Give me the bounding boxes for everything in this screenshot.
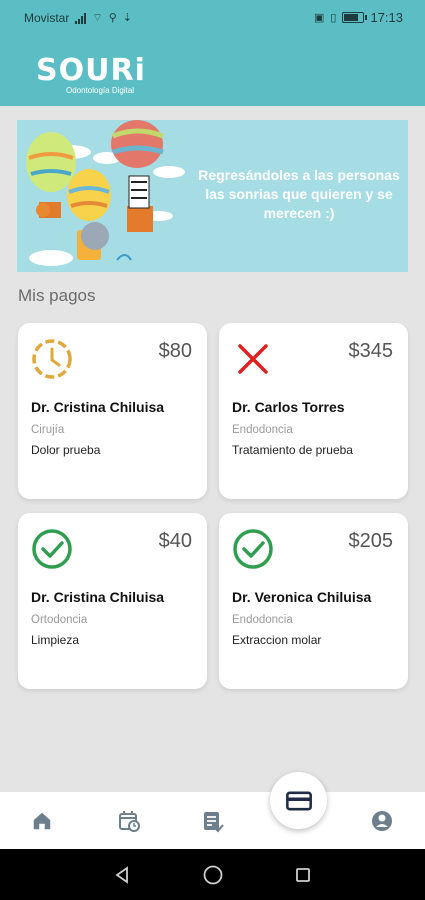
balloon-middle xyxy=(67,169,111,260)
payment-description: Extraccion molar xyxy=(232,633,322,647)
system-nav-bar xyxy=(0,849,425,900)
banner-text: Regresándoles a las personas las sonrias… xyxy=(198,167,400,221)
payment-card[interactable]: $205 Dr. Veronica Chiluisa Endodoncia Ex… xyxy=(219,513,408,689)
recents-icon[interactable] xyxy=(290,862,316,888)
profile-icon[interactable] xyxy=(369,808,395,834)
records-icon[interactable] xyxy=(200,808,226,834)
brand-logo: SOURi Odontología Digital xyxy=(36,53,146,96)
payment-description: Tratamiento de prueba xyxy=(232,443,353,457)
specialty-label: Cirujía xyxy=(31,424,65,436)
payments-card-icon[interactable] xyxy=(270,772,327,829)
nfc-icon: ▣ xyxy=(313,11,325,24)
app-header: SOURi Odontología Digital xyxy=(0,36,425,106)
bottom-nav xyxy=(0,792,425,849)
payment-card[interactable]: $40 Dr. Cristina Chiluisa Ortodoncia Lim… xyxy=(18,513,207,689)
home-icon[interactable] xyxy=(29,808,55,834)
clock: 17:13 xyxy=(370,10,403,25)
status-right: ▣ ▯ 17:13 xyxy=(314,10,403,25)
calendar-icon[interactable] xyxy=(116,808,142,834)
section-title: Mis pagos xyxy=(18,286,96,305)
carrier-label: Movistar xyxy=(24,11,70,25)
home-button-icon[interactable] xyxy=(200,862,226,888)
back-icon[interactable] xyxy=(109,862,135,888)
wifi-icon: ⌔ xyxy=(92,12,103,24)
pending-clock-icon xyxy=(31,338,73,380)
logo-wordmark: SOURi xyxy=(36,53,146,88)
payment-amount: $40 xyxy=(158,530,192,552)
specialty-label: Endodoncia xyxy=(232,614,293,626)
balloon-left xyxy=(26,132,76,218)
signal-icon xyxy=(75,12,87,24)
doctor-name: Dr. Cristina Chiluisa xyxy=(31,589,165,605)
payment-amount: $205 xyxy=(348,530,394,552)
usb-icon: ⚲ xyxy=(108,12,117,24)
payment-description: Dolor prueba xyxy=(31,443,101,457)
promo-banner: Regresándoles a las personas las sonrias… xyxy=(17,120,408,272)
doctor-name: Dr. Veronica Chiluisa xyxy=(232,589,372,605)
payment-card[interactable]: $345 Dr. Carlos Torres Endodoncia Tratam… xyxy=(219,323,408,499)
payment-description: Limpieza xyxy=(31,633,80,647)
rejected-x-icon xyxy=(232,338,274,380)
payment-amount: $345 xyxy=(348,340,394,362)
vibrate-icon: ▯ xyxy=(330,11,337,24)
doctor-name: Dr. Cristina Chiluisa xyxy=(31,399,165,415)
payment-amount: $80 xyxy=(158,340,192,362)
logo-subtitle: Odontología Digital xyxy=(66,86,135,95)
download-icon: ⇣ xyxy=(122,12,132,24)
specialty-label: Ortodoncia xyxy=(31,614,88,626)
status-left: Movistar ⌔ ⚲ ⇣ xyxy=(24,11,132,25)
specialty-label: Endodoncia xyxy=(232,424,293,436)
doctor-name: Dr. Carlos Torres xyxy=(232,399,345,415)
battery-icon xyxy=(342,12,368,23)
status-bar: Movistar ⌔ ⚲ ⇣ ▣ ▯ 17:13 xyxy=(0,0,425,36)
paid-check-icon xyxy=(232,528,274,570)
paid-check-icon xyxy=(31,528,73,570)
payment-card[interactable]: $80 Dr. Cristina Chiluisa Cirujía Dolor … xyxy=(18,323,207,499)
